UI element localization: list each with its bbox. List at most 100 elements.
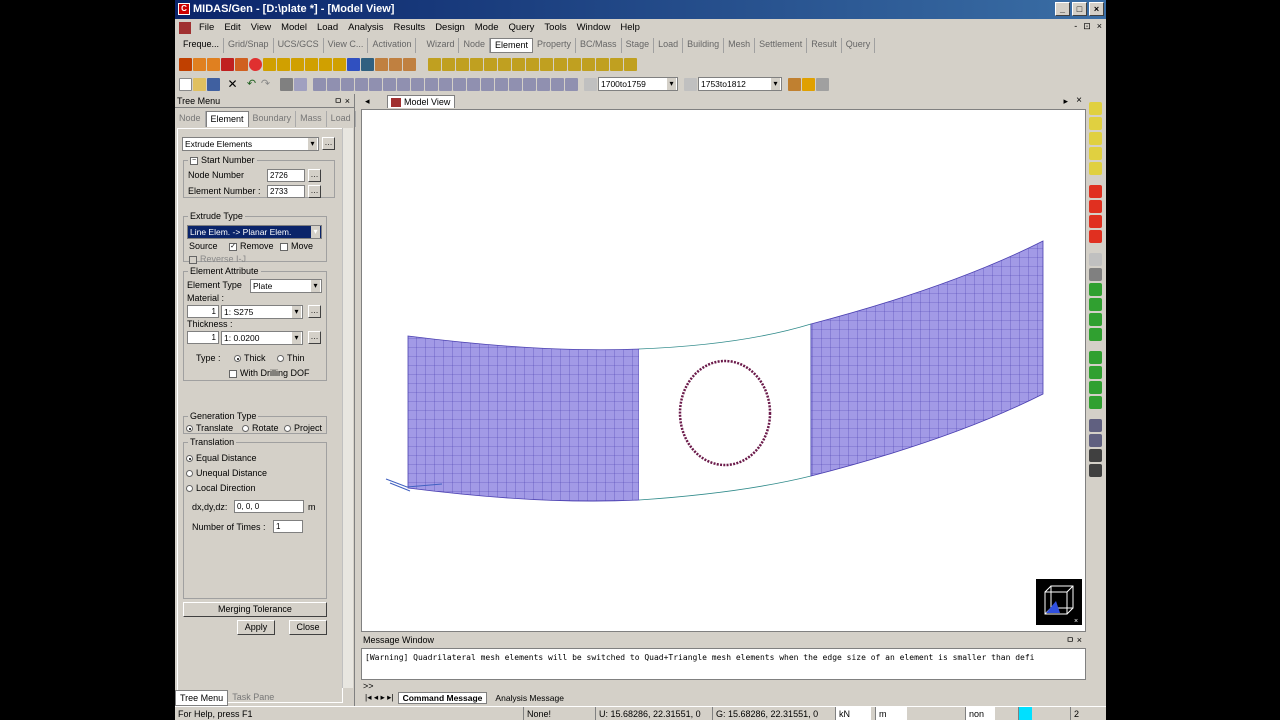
menu-tools[interactable]: Tools: [540, 22, 572, 33]
tab-model-view[interactable]: Model View: [387, 95, 456, 108]
tab-tree-menu[interactable]: Tree Menu: [175, 690, 229, 706]
merging-tolerance-button[interactable]: Merging Tolerance: [183, 602, 327, 617]
rotate-element-icon[interactable]: [470, 57, 483, 71]
zoom-previous-icon[interactable]: [1089, 162, 1102, 175]
zoom-fit-icon[interactable]: [1089, 102, 1102, 115]
menu-file[interactable]: File: [195, 22, 220, 33]
function-select[interactable]: Extrude Elements: [182, 137, 319, 151]
snap-all-icon[interactable]: [249, 57, 262, 71]
pan-left-icon[interactable]: [1089, 185, 1102, 198]
element-table-icon[interactable]: [582, 57, 595, 71]
equal-distance-radio[interactable]: Equal Distance: [186, 453, 257, 463]
reverse-element-icon[interactable]: [624, 57, 637, 71]
tab-boundary-panel[interactable]: Boundary: [249, 111, 297, 127]
close-button[interactable]: ×: [1089, 2, 1104, 16]
pan-right-icon[interactable]: [1089, 200, 1102, 213]
menu-model[interactable]: Model: [277, 22, 313, 33]
ucs-xy-icon[interactable]: [277, 57, 290, 71]
select-all-icon[interactable]: [411, 77, 424, 91]
ucs-icon[interactable]: [263, 57, 276, 71]
shrink-icon[interactable]: [788, 77, 801, 91]
menu-design[interactable]: Design: [431, 22, 471, 33]
rotate-right-icon[interactable]: [1089, 366, 1102, 379]
unequal-distance-radio[interactable]: Unequal Distance: [186, 468, 267, 478]
tab-task-pane[interactable]: Task Pane: [228, 690, 278, 706]
check-element-icon[interactable]: [596, 57, 609, 71]
menu-window[interactable]: Window: [573, 22, 617, 33]
zoom-in-icon[interactable]: [1089, 132, 1102, 145]
shrink-view-icon[interactable]: [1089, 268, 1102, 281]
delete-icon[interactable]: ✕: [226, 78, 239, 91]
local-direction-radio[interactable]: Local Direction: [186, 483, 256, 493]
tab-result[interactable]: Result: [807, 38, 842, 53]
element-range-combo[interactable]: 1753to1812: [698, 77, 782, 91]
element-type-select[interactable]: Plate: [250, 279, 322, 293]
view-close-icon[interactable]: ×: [1076, 95, 1082, 106]
extrude-type-select[interactable]: Line Elem. -> Planar Elem.: [187, 225, 322, 239]
rotate-up-icon[interactable]: [1089, 381, 1102, 394]
iso-view-icon[interactable]: [1089, 283, 1102, 296]
print-icon[interactable]: [280, 77, 293, 91]
select-volume-icon[interactable]: [383, 77, 396, 91]
activation-icon[interactable]: [375, 57, 388, 71]
select-by-property-icon[interactable]: [523, 77, 536, 91]
rotate-down-icon[interactable]: [1089, 396, 1102, 409]
dynamic-view-icon[interactable]: [1089, 419, 1102, 432]
tab-element[interactable]: Element: [490, 38, 534, 53]
lock-icon[interactable]: [802, 77, 815, 91]
minimize-button[interactable]: _: [1055, 2, 1070, 16]
select-node-icon[interactable]: [537, 77, 550, 91]
move-checkbox[interactable]: Move: [280, 241, 313, 251]
tab-element-panel[interactable]: Element: [205, 111, 249, 127]
tab-building[interactable]: Building: [683, 38, 725, 53]
tab-grid-snap[interactable]: Grid/Snap: [224, 38, 274, 53]
redo-icon[interactable]: ↷: [259, 78, 272, 91]
snap-line-icon[interactable]: [207, 57, 220, 71]
element-number-more-button[interactable]: …: [308, 185, 321, 198]
select-identity-icon[interactable]: [397, 77, 410, 91]
left-view-icon[interactable]: [1089, 328, 1102, 341]
remove-checkbox[interactable]: ✓ Remove: [229, 241, 274, 251]
snap-node-icon[interactable]: [221, 57, 234, 71]
model-view-canvas[interactable]: ×: [361, 94, 1086, 632]
project-radio[interactable]: Project: [284, 423, 322, 433]
menu-view[interactable]: View: [247, 22, 277, 33]
model-drawing[interactable]: ×: [362, 95, 1085, 631]
zoom-out-icon[interactable]: [1089, 147, 1102, 160]
unselect-all-icon[interactable]: [481, 77, 494, 91]
merge-element-icon[interactable]: [512, 57, 525, 71]
move-view-icon[interactable]: [1089, 449, 1102, 462]
unselect-window-icon[interactable]: [425, 77, 438, 91]
mdi-minimize-button[interactable]: -: [1074, 21, 1077, 32]
create-element-icon[interactable]: [428, 57, 441, 71]
select-previous-icon[interactable]: [495, 77, 508, 91]
function-more-button[interactable]: …: [322, 137, 335, 150]
select-recent-icon[interactable]: [509, 77, 522, 91]
tab-mesh[interactable]: Mesh: [724, 38, 756, 53]
intersect-element-icon[interactable]: [540, 57, 553, 71]
close-form-button[interactable]: Close: [289, 620, 327, 635]
material-more-button[interactable]: …: [308, 305, 321, 318]
bottom-view-icon[interactable]: [1089, 313, 1102, 326]
mdi-close-button[interactable]: ×: [1097, 21, 1102, 32]
grid-icon[interactable]: [179, 57, 192, 71]
select-polygon-icon[interactable]: [341, 77, 354, 91]
pan-down-icon[interactable]: [1089, 230, 1102, 243]
thickness-number-input[interactable]: 1: [187, 331, 219, 344]
mirror-element-icon[interactable]: [484, 57, 497, 71]
thickness-more-button[interactable]: …: [308, 331, 321, 344]
tab-load-panel[interactable]: Load: [327, 111, 356, 127]
material-select[interactable]: 1: S275: [221, 305, 303, 319]
redraw-icon[interactable]: [1089, 434, 1102, 447]
tab-activation[interactable]: Activation: [368, 38, 417, 53]
dxdydz-input[interactable]: 0, 0, 0: [234, 500, 304, 513]
hidden-icon[interactable]: [1089, 253, 1102, 266]
tab-wizard[interactable]: Wizard: [422, 38, 460, 53]
node-number-more-button[interactable]: …: [308, 169, 321, 182]
node-range-combo[interactable]: 1700to1759: [598, 77, 678, 91]
delete-element-icon[interactable]: [442, 57, 455, 71]
tab-load[interactable]: Load: [654, 38, 684, 53]
tab-mass-panel[interactable]: Mass: [296, 111, 327, 127]
menu-results[interactable]: Results: [390, 22, 432, 33]
select-element-icon[interactable]: [551, 77, 564, 91]
